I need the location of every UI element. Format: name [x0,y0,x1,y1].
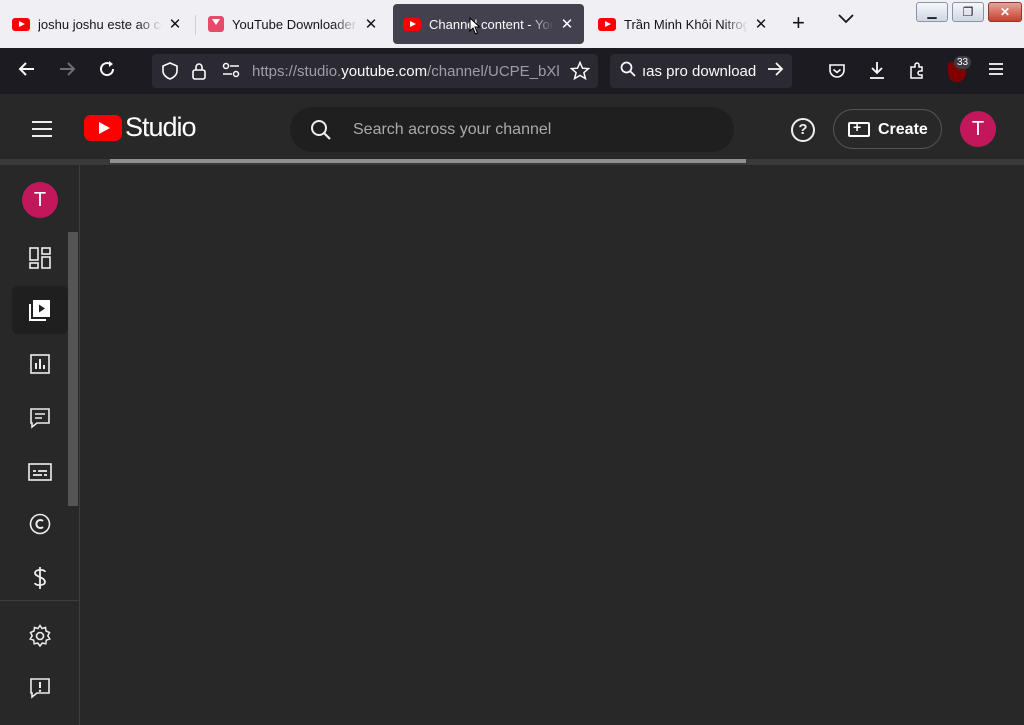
close-icon[interactable]: ✕ [166,15,184,33]
tab-title: YouTube Downloader [232,16,357,32]
sidebar-item-analytics[interactable] [12,340,68,388]
tab-separator [195,15,196,35]
pocket-icon [829,64,845,78]
sidebar-item-dashboard[interactable] [12,234,68,282]
tab-title: Trần Minh Khôi Nitrog [624,16,748,32]
sidebar-scrollbar[interactable] [68,232,78,506]
sidebar-divider [0,600,80,601]
content-icon [29,300,50,321]
sidebar-item-send-feedback[interactable] [12,664,68,712]
downloads-button[interactable] [868,60,886,80]
channel-search-box[interactable]: Search across your channel [290,107,734,152]
gear-icon [29,624,51,648]
hamburger-menu-icon [989,63,1003,75]
download-icon [208,16,224,32]
video-add-icon [848,119,870,137]
restore-button[interactable]: ❐ [952,2,984,22]
sidebar-item-comments[interactable] [12,394,68,442]
studio-logo-text[interactable]: Studio [125,112,197,143]
help-button[interactable]: ? [791,118,815,142]
create-label: Create [878,121,928,138]
browser-search-bar[interactable]: ıas pro download [610,54,792,88]
dashboard-icon [29,247,51,269]
arrow-right-icon [60,62,76,76]
feedback-icon [30,678,50,699]
comments-icon [30,408,50,429]
search-icon[interactable] [310,119,332,141]
sidebar-item-settings[interactable] [12,612,68,660]
new-tab-button[interactable]: + [792,12,805,34]
chevron-down-icon [838,14,854,24]
permissions-icon[interactable] [222,62,240,78]
youtube-icon [403,17,421,31]
minimize-button[interactable]: ▁ [916,2,948,22]
search-placeholder[interactable]: Search across your channel [353,121,551,139]
reload-icon [100,61,115,77]
puzzle-icon [910,62,923,79]
go-arrow-icon[interactable] [766,60,784,78]
create-button[interactable]: Create [833,109,942,149]
pocket-button[interactable] [828,62,846,80]
download-arrow-icon [870,62,884,79]
extensions-button[interactable] [908,61,926,79]
arrow-left-icon [18,62,34,76]
main-content-area [81,165,1024,725]
close-icon[interactable]: ✕ [752,15,770,33]
url-text[interactable]: https://studio.youtube.com/channel/UCPE_… [252,63,562,80]
account-avatar[interactable]: T [960,111,996,147]
shield-icon[interactable] [162,62,178,80]
youtube-logo-icon[interactable] [84,115,122,141]
back-button[interactable] [18,60,36,78]
address-bar[interactable]: https://studio.youtube.com/channel/UCPE_… [152,54,598,88]
subtitles-icon [28,463,52,481]
sidebar-item-content[interactable] [12,286,68,334]
tab-youtube-downloader[interactable]: YouTube Downloader ✕ [198,4,388,44]
sidebar-item-copyright[interactable] [12,500,68,548]
search-icon [620,61,636,77]
reload-button[interactable] [98,60,116,78]
tab-channel-content[interactable]: Channel content - You ✕ [393,4,584,44]
app-menu-button[interactable] [988,62,1004,76]
browser-tab-strip: joshu joshu este ao co ✕ YouTube Downloa… [0,0,1024,48]
list-all-tabs-button[interactable] [838,14,854,24]
tab-title: Channel content - You [429,16,554,32]
sidebar-item-subtitles[interactable] [12,448,68,496]
studio-menu-button[interactable] [32,121,52,142]
analytics-icon [30,354,50,374]
tab-title: joshu joshu este ao co [38,16,162,32]
lock-icon[interactable] [192,62,206,80]
tab-tran-minh-khoi[interactable]: Trần Minh Khôi Nitrog ✕ [588,4,778,44]
mouse-cursor-icon [469,17,481,35]
forward-button[interactable] [58,60,76,78]
close-window-button[interactable]: ✕ [988,2,1022,22]
extension-badge: 33 [954,56,972,69]
youtube-icon [12,17,30,31]
dollar-icon [34,567,46,589]
close-icon[interactable]: ✕ [362,15,380,33]
copyright-icon [29,513,51,535]
youtube-icon [598,17,616,31]
close-icon[interactable]: ✕ [558,15,576,33]
channel-avatar[interactable]: T [22,182,58,218]
loading-progress-bar [110,159,746,163]
browser-search-text[interactable]: ıas pro download [642,63,756,80]
bookmark-star-icon[interactable] [570,61,590,81]
tab-joshu[interactable]: joshu joshu este ao co ✕ [2,4,192,44]
sidebar-item-earn[interactable] [12,554,68,602]
